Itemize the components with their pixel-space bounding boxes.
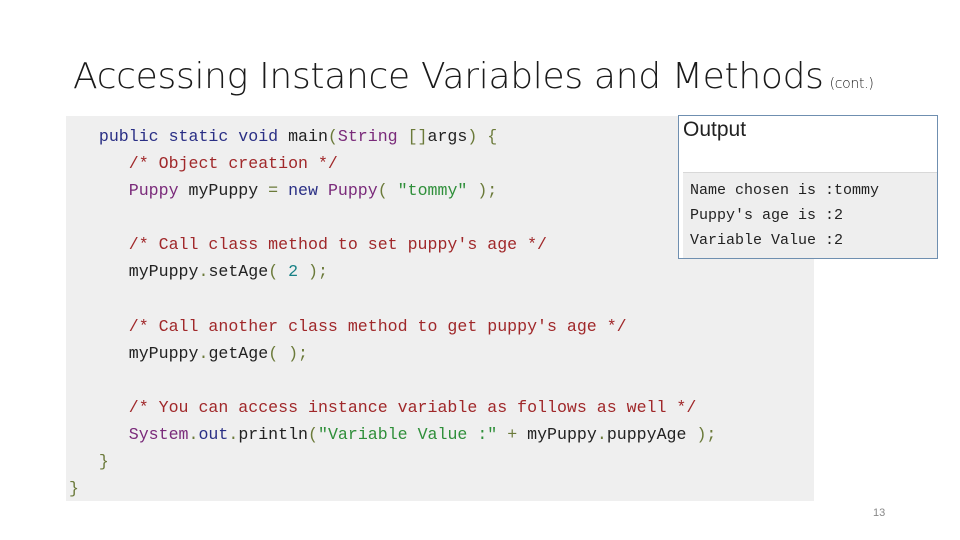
code-line: myPuppy.getAge( );	[69, 340, 716, 367]
page-number: 13	[873, 507, 886, 519]
code-token: (	[268, 262, 289, 282]
code-token: /* Call class method to set puppy's age …	[128, 235, 547, 255]
code-token: );	[686, 425, 717, 445]
code-token: (	[327, 127, 338, 146]
code-token: args	[427, 127, 468, 146]
code-token: new	[288, 181, 328, 201]
code-token: }	[98, 452, 109, 472]
code-token: myPuppy	[178, 181, 269, 201]
code-token: 2	[288, 262, 299, 282]
code-token: );	[467, 181, 498, 201]
code-token: }	[69, 479, 79, 499]
code-token: .	[198, 262, 209, 282]
code-token: "tommy"	[397, 181, 468, 201]
code-line: /* You can access instance variable as f…	[69, 394, 716, 421]
code-token: (	[308, 425, 318, 445]
code-token: myPuppy	[527, 425, 597, 445]
code-token: .	[188, 425, 199, 445]
code-line: }	[69, 475, 716, 502]
code-token: ) {	[467, 127, 498, 146]
code-token: .	[198, 343, 209, 363]
output-line: Name chosen is :tommy	[690, 182, 880, 199]
code-line: /* Call another class method to get pupp…	[69, 313, 716, 340]
code-line: System.out.println("Variable Value :" + …	[69, 421, 717, 448]
output-line: Puppy's age is :2	[690, 207, 844, 224]
slide-title-text: Accessing Instance Variables and Methods	[73, 56, 824, 97]
code-token: myPuppy	[128, 262, 199, 282]
output-line: Variable Value :2	[690, 232, 844, 249]
code-token: =	[268, 181, 289, 201]
code-token: setAge	[208, 262, 269, 282]
output-header: Output	[683, 118, 747, 141]
code-token: getAge	[208, 343, 269, 363]
code-token: []	[397, 127, 428, 146]
code-line: /* Object creation */	[69, 150, 716, 177]
code-token: );	[298, 262, 328, 282]
code-token: Puppy	[327, 181, 378, 201]
output-panel: Output Name chosen is :tommy Puppy's age…	[678, 115, 938, 259]
code-token: Puppy	[128, 181, 179, 201]
code-token: /* Call another class method to get pupp…	[128, 316, 627, 336]
code-token: /* You can access instance variable as f…	[128, 397, 697, 417]
code-line: public static void main(String []args) {	[69, 123, 716, 150]
code-token: ( );	[268, 343, 309, 363]
code-token: "Variable Value :"	[318, 425, 498, 445]
code-token: (	[377, 181, 398, 201]
code-token: out	[198, 425, 229, 445]
code-token: System	[128, 425, 189, 445]
code-line: Puppy myPuppy = new Puppy( "tommy" );	[69, 177, 716, 204]
code-token: +	[497, 425, 528, 445]
code-token: .	[228, 425, 239, 445]
slide-title: Accessing Instance Variables and Methods…	[73, 56, 874, 97]
code-token: String	[337, 127, 398, 146]
output-console: Name chosen is :tommy Puppy's age is :2 …	[683, 172, 937, 258]
code-listing: public static void main(String []args) {…	[69, 123, 716, 502]
code-token: myPuppy	[128, 343, 199, 363]
code-line: /* Call class method to set puppy's age …	[69, 231, 716, 258]
code-line: myPuppy.setAge( 2 );	[69, 258, 716, 285]
code-token: /* Object creation */	[128, 154, 338, 174]
code-line: }	[69, 448, 716, 475]
slide-title-suffix: (cont.)	[829, 76, 874, 92]
code-token: println	[238, 425, 309, 445]
code-token: main	[288, 127, 328, 146]
code-token: puppyAge	[606, 425, 687, 445]
code-token: .	[596, 425, 607, 445]
code-token: public static void	[98, 127, 289, 146]
